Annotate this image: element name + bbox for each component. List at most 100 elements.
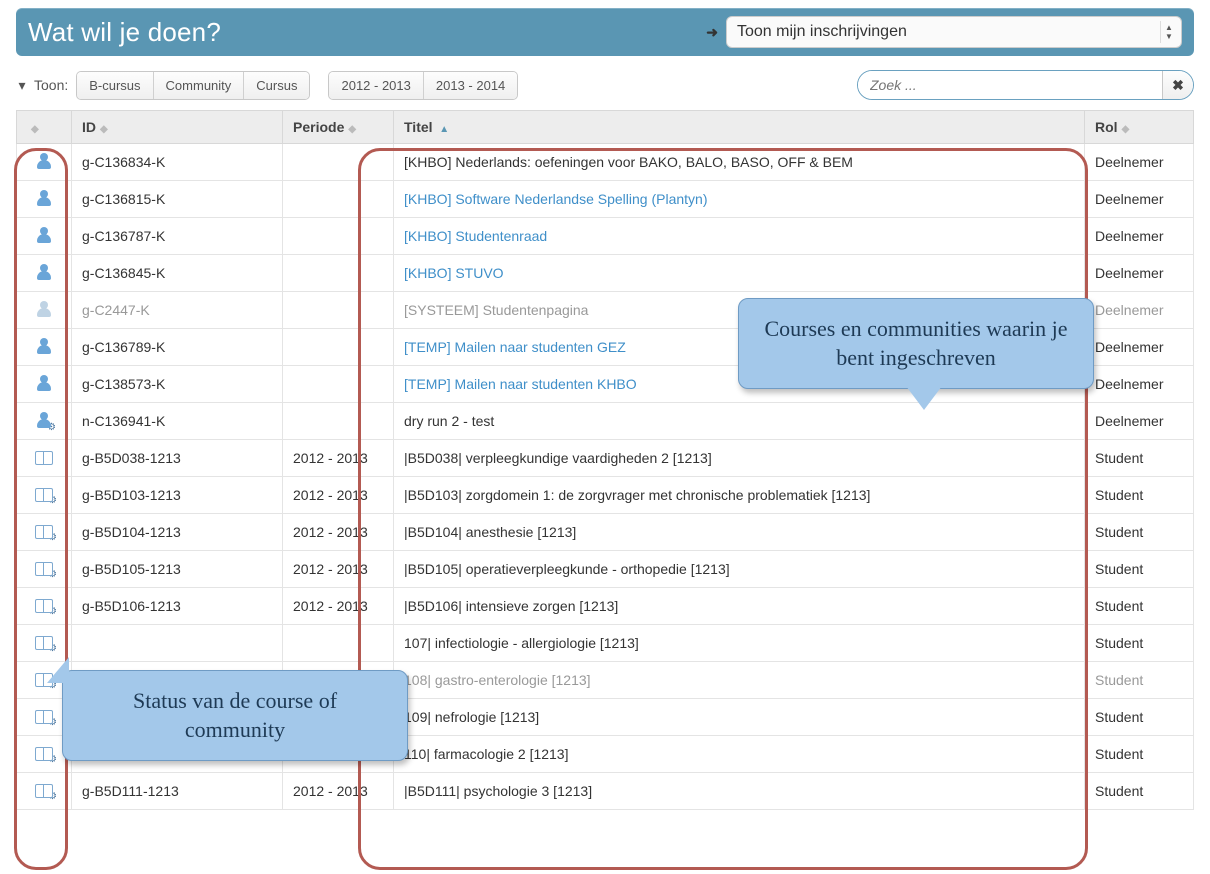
cell-titel: |B5D106| intensieve zorgen [1213] — [394, 588, 1085, 625]
cell-id: g-C2447-K — [72, 292, 283, 329]
cell-id: g-B5D038-1213 — [72, 440, 283, 477]
cell-periode — [283, 329, 394, 366]
table-row: ⚙n-C136941-Kdry run 2 - testDeelnemer — [17, 403, 1194, 440]
cell-titel: |B5D111| psychologie 3 [1213] — [394, 773, 1085, 810]
gear-icon: ⚙ — [47, 423, 56, 432]
cell-periode — [283, 292, 394, 329]
action-header: Wat wil je doen? ➜ Toon mijn inschrijvin… — [16, 8, 1194, 56]
action-dropdown-value: Toon mijn inschrijvingen — [737, 23, 907, 41]
cell-icon: ⚙ — [17, 773, 72, 810]
filter-year-2012[interactable]: 2012 - 2013 — [329, 72, 423, 99]
cell-rol: Student — [1085, 514, 1194, 551]
gear-icon: ⚙ — [48, 792, 57, 801]
person-icon — [36, 153, 52, 169]
cell-periode — [283, 144, 394, 181]
cell-rol: Student — [1085, 736, 1194, 773]
filter-year-2013[interactable]: 2013 - 2014 — [424, 72, 517, 99]
action-dropdown[interactable]: Toon mijn inschrijvingen ▲▼ — [726, 16, 1182, 48]
gear-icon: ⚙ — [48, 644, 57, 653]
table-row: g-C136787-K[KHBO] StudentenraadDeelnemer — [17, 218, 1194, 255]
table-row: g-C136815-K[KHBO] Software Nederlandse S… — [17, 181, 1194, 218]
cell-icon: ⚙ — [17, 625, 72, 662]
cell-icon — [17, 255, 72, 292]
person-icon — [36, 338, 52, 354]
filter-type-bcursus[interactable]: B-cursus — [77, 72, 153, 99]
col-id[interactable]: ID◆ — [72, 111, 283, 144]
cell-periode — [283, 218, 394, 255]
cell-titel: |B5D105| operatieverpleegkunde - orthope… — [394, 551, 1085, 588]
col-periode[interactable]: Periode◆ — [283, 111, 394, 144]
course-link[interactable]: [TEMP] Mailen naar studenten GEZ — [404, 339, 626, 355]
course-link[interactable]: [KHBO] STUVO — [404, 265, 504, 281]
cell-titel: [KHBO] Software Nederlandse Spelling (Pl… — [394, 181, 1085, 218]
cell-rol: Student — [1085, 699, 1194, 736]
course-title: |B5D111| psychologie 3 [1213] — [404, 783, 592, 799]
book-icon: ⚙ — [35, 524, 53, 538]
book-icon: ⚙ — [35, 783, 53, 797]
cell-rol: Student — [1085, 551, 1194, 588]
filter-type-cursus[interactable]: Cursus — [244, 72, 309, 99]
filter-type-community[interactable]: Community — [154, 72, 245, 99]
cell-rol: Deelnemer — [1085, 255, 1194, 292]
col-icon[interactable]: ◆ — [17, 111, 72, 144]
action-selector: ➜ Toon mijn inschrijvingen ▲▼ — [706, 16, 1182, 48]
table-row: ⚙g-B5D106-12132012 - 2013|B5D106| intens… — [17, 588, 1194, 625]
cell-id: g-C136789-K — [72, 329, 283, 366]
person-icon — [36, 264, 52, 280]
cell-periode: 2012 - 2013 — [283, 773, 394, 810]
filter-bar: ▾ Toon: B-cursus Community Cursus 2012 -… — [16, 70, 1194, 100]
course-title: 110| farmacologie 2 [1213] — [404, 746, 569, 762]
col-titel[interactable]: Titel ▲ — [394, 111, 1085, 144]
course-link[interactable]: [TEMP] Mailen naar studenten KHBO — [404, 376, 637, 392]
table-row: g-C136845-K [KHBO] STUVO Deelnemer — [17, 255, 1194, 292]
book-icon: ⚙ — [35, 746, 53, 760]
cell-icon: ⚙ — [17, 551, 72, 588]
cell-rol: Deelnemer — [1085, 329, 1194, 366]
course-title: 107| infectiologie - allergiologie [1213… — [404, 635, 639, 651]
course-title: [KHBO] Nederlands: oefeningen voor BAKO,… — [404, 154, 853, 170]
cell-id: n-C136941-K — [72, 403, 283, 440]
gear-icon: ⚙ — [48, 533, 57, 542]
search-box: ✖ — [857, 70, 1194, 100]
person-icon: ⚙ — [36, 412, 52, 428]
book-icon: ⚙ — [35, 598, 53, 612]
cell-id: g-C136834-K — [72, 144, 283, 181]
filter-icon: ▾ — [16, 77, 28, 94]
cell-titel: 107| infectiologie - allergiologie [1213… — [394, 625, 1085, 662]
cell-rol: Deelnemer — [1085, 292, 1194, 329]
course-title: [SYSTEEM] Studentenpagina — [404, 302, 588, 318]
filter-controls: ▾ Toon: B-cursus Community Cursus 2012 -… — [16, 71, 530, 100]
course-title: |B5D105| operatieverpleegkunde - orthope… — [404, 561, 730, 577]
cell-rol: Student — [1085, 588, 1194, 625]
cell-periode: 2012 - 2013 — [283, 551, 394, 588]
cell-titel: 108| gastro-enterologie [1213] — [394, 662, 1085, 699]
gear-icon: ⚙ — [48, 496, 57, 505]
gear-icon: ⚙ — [48, 755, 57, 764]
book-icon: ⚙ — [35, 487, 53, 501]
filter-label: Toon: — [34, 77, 68, 93]
page-root: Wat wil je doen? ➜ Toon mijn inschrijvin… — [0, 0, 1210, 840]
course-link[interactable]: [KHBO] Software Nederlandse Spelling (Pl… — [404, 191, 707, 207]
cell-id: g-C136845-K — [72, 255, 283, 292]
filter-type-group: B-cursus Community Cursus — [76, 71, 310, 100]
search-clear-button[interactable]: ✖ — [1162, 71, 1193, 99]
cell-id: g-B5D111-1213 — [72, 773, 283, 810]
col-rol[interactable]: Rol◆ — [1085, 111, 1194, 144]
gear-icon: ⚙ — [48, 607, 57, 616]
cell-icon — [17, 292, 72, 329]
cell-icon — [17, 144, 72, 181]
cell-icon — [17, 329, 72, 366]
course-link[interactable]: [KHBO] Studentenraad — [404, 228, 547, 244]
cell-titel: dry run 2 - test — [394, 403, 1085, 440]
course-title: 109| nefrologie [1213] — [404, 709, 539, 725]
cell-titel: |B5D104| anesthesie [1213] — [394, 514, 1085, 551]
stepper-icon[interactable]: ▲▼ — [1160, 21, 1177, 43]
person-icon — [36, 227, 52, 243]
cell-titel: |B5D103| zorgdomein 1: de zorgvrager met… — [394, 477, 1085, 514]
search-input[interactable] — [858, 71, 1162, 99]
cell-periode: 2012 - 2013 — [283, 440, 394, 477]
book-icon: ⚙ — [35, 561, 53, 575]
table-row: ⚙g-B5D104-12132012 - 2013|B5D104| anesth… — [17, 514, 1194, 551]
page-title: Wat wil je doen? — [28, 17, 221, 48]
table-row: ⚙g-B5D105-12132012 - 2013|B5D105| operat… — [17, 551, 1194, 588]
